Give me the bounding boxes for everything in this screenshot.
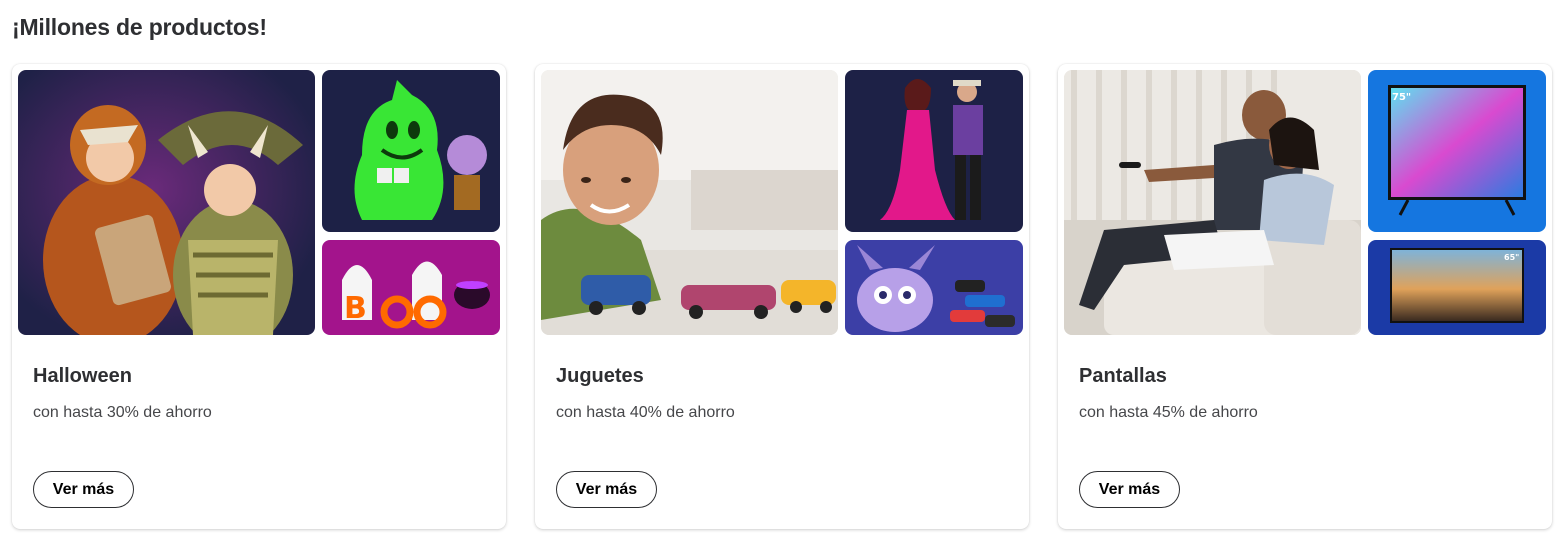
category-card-pantallas[interactable]: 75" 65" Pantallas con hasta 45% de ahorr…: [1058, 64, 1552, 529]
ver-mas-button[interactable]: Ver más: [1079, 471, 1180, 508]
card-image-collage[interactable]: 75" 65": [1064, 70, 1546, 335]
tv-65-inch-image: 65": [1368, 240, 1546, 335]
tv-size-65-label: 65": [1504, 253, 1519, 262]
tv-75-inch-image: 75": [1368, 70, 1546, 232]
card-subtitle: con hasta 40% de ahorro: [556, 404, 735, 421]
card-image-collage[interactable]: B: [18, 70, 500, 335]
card-title: Pantallas: [1079, 365, 1167, 387]
boy-playing-toy-cars-image: [541, 70, 838, 335]
section-title: ¡Millones de productos!: [12, 14, 267, 40]
card-subtitle: con hasta 45% de ahorro: [1079, 404, 1258, 421]
furby-and-toy-cars-image: [845, 240, 1023, 335]
couple-watching-tv-image: [1064, 70, 1361, 335]
children-dinosaur-costumes-image: [18, 70, 315, 335]
category-card-halloween[interactable]: B Halloween con hasta 30% de ahorro Ver …: [12, 64, 506, 529]
card-title: Juguetes: [556, 365, 644, 387]
fashion-dolls-image: [845, 70, 1023, 232]
tv-size-75-label: 75": [1392, 92, 1411, 103]
svg-text:B: B: [344, 291, 367, 326]
boo-ghost-decorations-image: B: [322, 240, 500, 335]
green-inflatable-ghost-image: [322, 70, 500, 232]
card-title: Halloween: [33, 365, 132, 387]
ver-mas-button[interactable]: Ver más: [33, 471, 134, 508]
card-image-collage[interactable]: [541, 70, 1023, 335]
card-subtitle: con hasta 30% de ahorro: [33, 404, 212, 421]
ver-mas-button[interactable]: Ver más: [556, 471, 657, 508]
category-card-juguetes[interactable]: Juguetes con hasta 40% de ahorro Ver más: [535, 64, 1029, 529]
